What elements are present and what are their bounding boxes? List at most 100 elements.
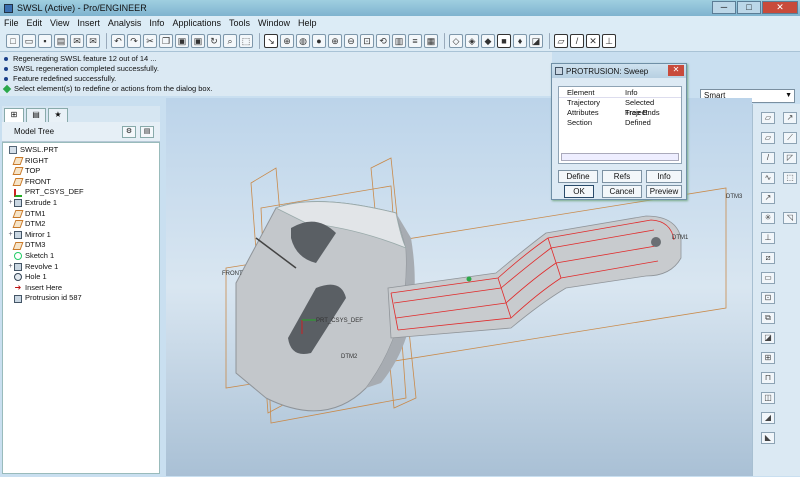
offset-tool-icon[interactable]: ⊞ <box>761 352 775 364</box>
ok-button[interactable]: OK <box>564 185 594 198</box>
expand-toggle-icon[interactable]: + <box>7 198 14 209</box>
model-tree-item[interactable]: SWSL.PRT <box>3 145 159 156</box>
paste-special-icon[interactable]: ▣ <box>191 33 205 48</box>
tree-settings-icon[interactable]: ⚙ <box>122 126 136 138</box>
view-manager-icon[interactable]: ▦ <box>424 33 438 48</box>
regenerate-icon[interactable]: ↻ <box>207 33 221 48</box>
wireframe-icon[interactable]: ◇ <box>449 33 463 48</box>
expand-toggle-icon[interactable]: + <box>7 262 14 273</box>
datum-point-tool-icon[interactable]: ▱ <box>761 132 775 144</box>
menu-window[interactable]: Window <box>258 18 290 28</box>
model-tree-item[interactable]: Sketch 1 <box>3 251 159 262</box>
refs-button[interactable]: Refs <box>602 170 642 183</box>
model-tree-item[interactable]: DTM3 <box>3 240 159 251</box>
cut-icon[interactable]: ✂ <box>143 33 157 48</box>
refit-icon[interactable]: ⊡ <box>360 33 374 48</box>
orient-mode-icon[interactable]: ◍ <box>296 33 310 48</box>
element-row[interactable]: Trajectory Selected Traject <box>559 98 681 117</box>
model-tree-item[interactable]: Protrusion id 587 <box>3 293 159 304</box>
model-tree-item[interactable]: PRT_CSYS_DEF <box>3 187 159 198</box>
model-tree-item[interactable]: ➔ Insert Here <box>3 283 159 294</box>
datum-axes-icon[interactable]: / <box>570 33 584 48</box>
datum-points-icon[interactable]: ✕ <box>586 33 600 48</box>
solidify-tool-icon[interactable]: ◣ <box>761 432 775 444</box>
intersect-tool-icon[interactable]: ◪ <box>761 332 775 344</box>
no-hidden-icon[interactable]: ◆ <box>481 33 495 48</box>
trim-tool-icon[interactable]: ◹ <box>783 212 797 224</box>
email-icon[interactable]: ✉ <box>70 33 84 48</box>
datum-planes-icon[interactable]: ▱ <box>554 33 568 48</box>
datum-plane-tool-icon[interactable]: ▱ <box>761 112 775 124</box>
tab-model-tree[interactable]: ⊞ <box>4 108 24 122</box>
axis-tool-icon[interactable]: / <box>761 152 775 164</box>
print-icon[interactable]: ▤ <box>54 33 68 48</box>
model-tree-item[interactable]: DTM2 <box>3 219 159 230</box>
copy-icon[interactable]: ❐ <box>159 33 173 48</box>
minimize-button[interactable]: ─ <box>712 1 736 14</box>
layers-icon[interactable]: ≡ <box>408 33 422 48</box>
menu-view[interactable]: View <box>50 18 69 28</box>
surface-tool-icon[interactable]: ⬚ <box>783 172 797 184</box>
menu-edit[interactable]: Edit <box>27 18 43 28</box>
sketch-curve-icon[interactable]: ∿ <box>761 172 775 184</box>
datum-axis-tool-icon[interactable]: ↗ <box>783 112 797 124</box>
model-tree-item[interactable]: + Revolve 1 <box>3 262 159 273</box>
horizontal-scrollbar[interactable] <box>561 153 679 161</box>
preview-button[interactable]: Preview <box>646 185 682 198</box>
model-tree-item[interactable]: + Mirror 1 <box>3 230 159 241</box>
thicken-tool-icon[interactable]: ◢ <box>761 412 775 424</box>
draft-tool-icon[interactable]: ⧄ <box>761 252 775 264</box>
select-box-icon[interactable]: ⬚ <box>239 33 253 48</box>
email-link-icon[interactable]: ✉ <box>86 33 100 48</box>
paste-icon[interactable]: ▣ <box>175 33 189 48</box>
appearance-icon[interactable]: ● <box>312 33 326 48</box>
shell-tool-icon[interactable]: ⊓ <box>761 372 775 384</box>
cancel-button[interactable]: Cancel <box>602 185 642 198</box>
reorient-icon[interactable]: ⟲ <box>376 33 390 48</box>
new-file-icon[interactable]: □ <box>6 33 20 48</box>
model-tree-item[interactable]: FRONT <box>3 177 159 188</box>
hidden-line-icon[interactable]: ◈ <box>465 33 479 48</box>
info-button[interactable]: Info <box>646 170 682 183</box>
zoom-in-icon[interactable]: ⊕ <box>328 33 342 48</box>
tree-show-icon[interactable]: ▤ <box>140 126 154 138</box>
rib-tool-icon[interactable]: ◫ <box>761 392 775 404</box>
dialog-close-icon[interactable]: ✕ <box>668 65 684 76</box>
csys-display-icon[interactable]: ⊥ <box>602 33 616 48</box>
save-icon[interactable]: ▪ <box>38 33 52 48</box>
element-row[interactable]: Attributes Free Ends <box>559 108 681 118</box>
model-tree-item[interactable]: DTM1 <box>3 209 159 220</box>
arrow-tool-icon[interactable]: ↗ <box>761 192 775 204</box>
element-row[interactable]: Section Defined <box>559 118 681 128</box>
close-button[interactable]: ✕ <box>762 1 798 14</box>
undo-icon[interactable]: ↶ <box>111 33 125 48</box>
curve-tool-icon[interactable]: ⟋ <box>783 132 797 144</box>
display-style-icon[interactable]: ◪ <box>529 33 543 48</box>
round-tool-icon[interactable]: ◸ <box>783 152 797 164</box>
menu-analysis[interactable]: Analysis <box>108 18 142 28</box>
csys-tool-icon[interactable]: ⊥ <box>761 232 775 244</box>
open-file-icon[interactable]: ▭ <box>22 33 36 48</box>
model-tree-item[interactable]: Hole 1 <box>3 272 159 283</box>
tab-favorites[interactable]: ★ <box>48 108 68 122</box>
menu-help[interactable]: Help <box>298 18 317 28</box>
model-tree-settings-icon[interactable]: ♦ <box>513 33 527 48</box>
model-tree-item[interactable]: TOP <box>3 166 159 177</box>
maximize-button[interactable]: □ <box>737 1 761 14</box>
model-tree-item[interactable]: + Extrude 1 <box>3 198 159 209</box>
saved-views-icon[interactable]: ▥ <box>392 33 406 48</box>
menu-tools[interactable]: Tools <box>229 18 250 28</box>
spin-center-icon[interactable]: ⊕ <box>280 33 294 48</box>
expand-toggle-icon[interactable]: + <box>7 230 14 241</box>
menu-info[interactable]: Info <box>149 18 164 28</box>
mirror-tool-icon[interactable]: ⊡ <box>761 292 775 304</box>
repaint-icon[interactable]: ↘ <box>264 33 278 48</box>
redo-icon[interactable]: ↷ <box>127 33 141 48</box>
zoom-out-icon[interactable]: ⊖ <box>344 33 358 48</box>
tab-folder-browser[interactable]: ▤ <box>26 108 46 122</box>
define-button[interactable]: Define <box>558 170 598 183</box>
point-tool-icon[interactable]: ✳ <box>761 212 775 224</box>
find-icon[interactable]: ⌕ <box>223 33 237 48</box>
shading-icon[interactable]: ■ <box>497 33 511 48</box>
merge-tool-icon[interactable]: ⧉ <box>761 312 775 324</box>
